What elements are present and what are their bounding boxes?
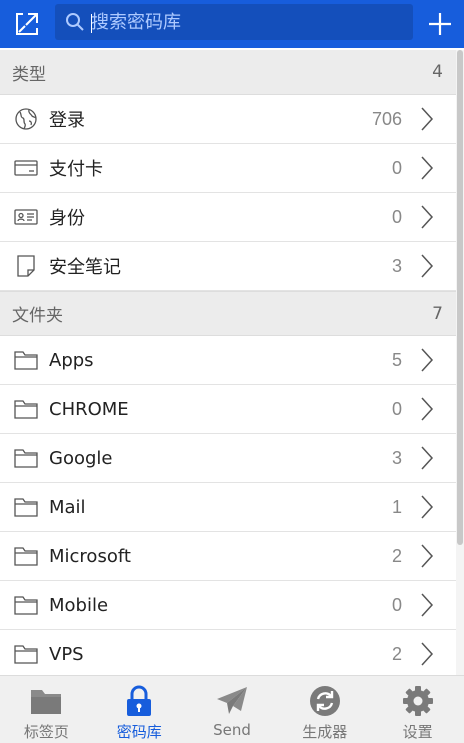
folder-item-microsoft[interactable]: Microsoft 2 <box>0 532 456 581</box>
tab-label: Send <box>213 721 251 739</box>
folder-item-mobile[interactable]: Mobile 0 <box>0 581 456 630</box>
globe-icon <box>14 107 38 131</box>
chevron-right-icon <box>412 202 442 232</box>
bottom-tab-bar: 标签页 密码库 Send 生成器 设置 <box>0 675 464 743</box>
row-count: 1 <box>391 496 402 517</box>
chevron-right-icon <box>412 443 442 473</box>
row-count: 3 <box>391 447 402 468</box>
folder-item-google[interactable]: Google 3 <box>0 434 456 483</box>
lock-icon <box>122 684 156 718</box>
chevron-right-icon <box>412 394 442 424</box>
section-title: 类型 <box>12 64 46 85</box>
row-count: 3 <box>391 255 402 276</box>
folder-icon <box>14 348 38 372</box>
text-caret <box>91 14 92 33</box>
popout-icon <box>16 13 38 35</box>
row-label: Mail <box>49 496 86 518</box>
section-header-types: 类型 4 <box>0 50 456 95</box>
tab-label: 标签页 <box>23 723 69 741</box>
row-label: 登录 <box>49 110 85 131</box>
credit-card-icon <box>14 156 38 180</box>
row-count: 0 <box>391 594 402 615</box>
row-count: 0 <box>391 157 402 178</box>
chevron-right-icon <box>412 492 442 522</box>
type-item-identity[interactable]: 身份 0 <box>0 193 456 242</box>
row-count: 706 <box>371 108 402 129</box>
section-header-folders: 文件夹 7 <box>0 291 456 336</box>
tab-label: 生成器 <box>302 723 348 741</box>
row-label: Mobile <box>49 594 109 616</box>
tab-vault[interactable]: 密码库 <box>93 676 186 743</box>
note-icon <box>14 254 38 278</box>
row-label: CHROME <box>49 398 129 420</box>
tab-current-tab[interactable]: 标签页 <box>0 676 93 743</box>
tab-label: 密码库 <box>116 723 162 741</box>
row-count: 2 <box>391 545 402 566</box>
row-label: Apps <box>49 349 94 371</box>
row-count: 2 <box>391 643 402 664</box>
chevron-right-icon <box>412 541 442 571</box>
gear-icon <box>401 684 435 718</box>
section-count: 7 <box>432 303 443 324</box>
row-label: Microsoft <box>49 545 131 567</box>
folder-item-vps[interactable]: VPS 2 <box>0 630 456 675</box>
type-item-card[interactable]: 支付卡 0 <box>0 144 456 193</box>
paper-plane-icon <box>215 684 249 718</box>
row-count: 0 <box>391 398 402 419</box>
folder-icon <box>14 446 38 470</box>
row-label: 支付卡 <box>49 159 103 180</box>
chevron-right-icon <box>412 153 442 183</box>
folder-tab-icon <box>29 684 63 718</box>
row-count: 0 <box>391 206 402 227</box>
id-card-icon <box>14 205 38 229</box>
vault-list: 类型 4 登录 706 支付卡 0 身份 0 安全笔记 3 文件夹 7 Apps… <box>0 50 456 675</box>
section-title: 文件夹 <box>12 306 63 326</box>
type-item-login[interactable]: 登录 706 <box>0 95 456 144</box>
top-bar <box>0 0 464 48</box>
row-label: 安全笔记 <box>49 257 121 278</box>
search-icon <box>66 13 84 31</box>
chevron-right-icon <box>412 251 442 281</box>
tab-label: 设置 <box>402 723 433 741</box>
folder-item-mail[interactable]: Mail 1 <box>0 483 456 532</box>
chevron-right-icon <box>412 639 442 669</box>
row-label: 身份 <box>49 208 85 229</box>
folder-icon <box>14 593 38 617</box>
refresh-icon <box>308 684 342 718</box>
row-count: 5 <box>391 349 402 370</box>
scrollbar-thumb[interactable] <box>457 50 463 545</box>
section-count: 4 <box>432 62 443 82</box>
folder-icon <box>14 495 38 519</box>
search-input[interactable] <box>91 8 403 36</box>
tab-generator[interactable]: 生成器 <box>278 676 371 743</box>
add-item-button[interactable] <box>420 6 460 42</box>
chevron-right-icon <box>412 345 442 375</box>
folder-item-chrome[interactable]: CHROME 0 <box>0 385 456 434</box>
type-item-secure-note[interactable]: 安全笔记 3 <box>0 242 456 291</box>
search-box[interactable] <box>55 4 413 40</box>
popout-button[interactable] <box>7 6 47 42</box>
folder-icon <box>14 544 38 568</box>
vertical-scrollbar[interactable] <box>456 50 464 675</box>
plus-icon <box>429 13 451 35</box>
row-label: Google <box>49 447 113 469</box>
row-label: VPS <box>49 643 84 665</box>
tab-settings[interactable]: 设置 <box>371 676 464 743</box>
chevron-right-icon <box>412 104 442 134</box>
tab-send[interactable]: Send <box>186 676 279 743</box>
chevron-right-icon <box>412 590 442 620</box>
folder-icon <box>14 397 38 421</box>
folder-icon <box>14 642 38 666</box>
folder-item-apps[interactable]: Apps 5 <box>0 336 456 385</box>
